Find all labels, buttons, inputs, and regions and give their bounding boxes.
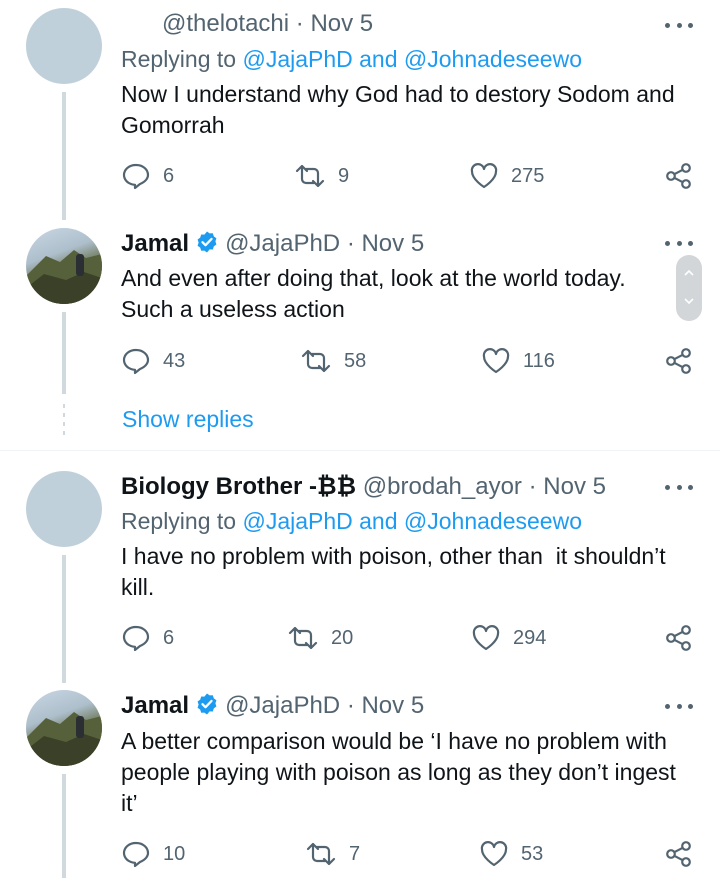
verified-badge-icon [197, 693, 217, 715]
heart-icon [482, 348, 510, 374]
author-handle[interactable]: @JajaPhD [225, 692, 340, 719]
retweet-icon [306, 842, 336, 866]
like-button[interactable]: 116 [481, 347, 555, 375]
retweet-icon [295, 164, 325, 188]
reply-icon [122, 348, 150, 375]
retweet-button[interactable]: 20 [287, 626, 353, 650]
replying-to: Replying to @JajaPhD and @Johnadeseewo [121, 46, 582, 73]
reply-count: 6 [163, 626, 175, 649]
like-count: 116 [523, 349, 555, 372]
like-count: 53 [521, 842, 544, 865]
thread-line [62, 555, 66, 683]
verified-badge-icon [197, 231, 217, 253]
tweet-text: A better comparison would be ‘I have no … [121, 728, 676, 816]
reply-button[interactable]: 43 [121, 347, 185, 375]
heart-icon [480, 841, 508, 867]
reply-icon [122, 163, 150, 190]
more-options-icon[interactable] [665, 482, 693, 492]
replying-to-prefix: Replying to [121, 508, 237, 534]
author-name[interactable]: Jamal [121, 692, 189, 719]
tweet-text: And even after doing that, look at the w… [121, 265, 626, 322]
scrollbar[interactable] [676, 255, 702, 321]
show-replies-link[interactable]: Show replies [122, 406, 254, 433]
tweet-date[interactable]: · Nov 5 [347, 692, 424, 719]
chevron-down-icon [684, 298, 694, 305]
replying-to-users-link[interactable]: @JajaPhD and @Johnadeseewo [242, 508, 582, 534]
tweet-header: Jamal @JajaPhD · Nov 5 [121, 230, 424, 258]
like-count: 275 [511, 164, 545, 187]
retweet-count: 20 [331, 626, 354, 649]
reply-count: 10 [163, 842, 186, 865]
retweet-count: 7 [349, 842, 361, 865]
avatar[interactable] [26, 690, 102, 766]
author-handle[interactable]: @thelotachi [162, 10, 289, 37]
retweet-icon [301, 349, 331, 373]
tweet-date[interactable]: · Nov 5 [347, 230, 424, 257]
retweet-icon [288, 626, 318, 650]
tweet-date[interactable]: · Nov 5 [296, 10, 373, 37]
avatar[interactable] [26, 228, 102, 304]
reply-icon [122, 841, 150, 868]
heart-icon [470, 163, 498, 189]
chevron-up-icon [684, 269, 694, 276]
retweet-button[interactable]: 58 [300, 349, 366, 373]
tweet-text: I have no problem with poison, other tha… [121, 543, 673, 600]
like-button[interactable]: 294 [471, 624, 546, 652]
share-icon[interactable] [664, 347, 694, 375]
heart-icon [472, 625, 500, 651]
thread-line [62, 312, 66, 394]
reply-icon [122, 625, 150, 652]
tweet-text: Now I understand why God had to destory … [121, 81, 675, 138]
author-handle[interactable]: @brodah_ayor [363, 473, 522, 500]
thread-dotted-line [63, 404, 65, 438]
retweet-button[interactable]: 9 [294, 164, 349, 188]
reply-count: 6 [163, 164, 175, 187]
replying-to-prefix: Replying to [121, 46, 237, 72]
thread-line [62, 774, 66, 878]
share-icon[interactable] [664, 840, 694, 868]
author-name[interactable]: Jamal [121, 230, 189, 257]
reply-count: 43 [163, 349, 186, 372]
like-count: 294 [513, 626, 547, 649]
share-icon[interactable] [664, 162, 694, 190]
avatar[interactable] [26, 471, 102, 547]
author-name[interactable]: Biology Brother -₿₿ [121, 473, 356, 500]
share-icon[interactable] [664, 624, 694, 652]
more-options-icon[interactable] [665, 238, 693, 248]
avatar[interactable] [26, 8, 102, 84]
retweet-count: 9 [338, 164, 350, 187]
reply-button[interactable]: 6 [121, 162, 174, 190]
retweet-button[interactable]: 7 [305, 842, 360, 866]
replying-to: Replying to @JajaPhD and @Johnadeseewo [121, 508, 582, 535]
author-handle[interactable]: @JajaPhD [225, 230, 340, 257]
thread-line [62, 92, 66, 220]
tweet-header: @thelotachi · Nov 5 [162, 10, 373, 38]
divider [0, 450, 720, 451]
replying-to-users-link[interactable]: @JajaPhD and @Johnadeseewo [242, 46, 582, 72]
avatar-photo [26, 250, 102, 304]
more-options-icon[interactable] [665, 20, 693, 30]
like-button[interactable]: 275 [469, 162, 544, 190]
tweet-header: Biology Brother -₿₿ @brodah_ayor · Nov 5 [121, 473, 606, 501]
tweet-date[interactable]: · Nov 5 [529, 473, 606, 500]
retweet-count: 58 [344, 349, 367, 372]
more-options-icon[interactable] [665, 701, 693, 711]
reply-button[interactable]: 10 [121, 840, 185, 868]
reply-button[interactable]: 6 [121, 624, 174, 652]
avatar-photo [26, 712, 102, 766]
tweet-header: Jamal @JajaPhD · Nov 5 [121, 692, 424, 720]
like-button[interactable]: 53 [479, 840, 543, 868]
